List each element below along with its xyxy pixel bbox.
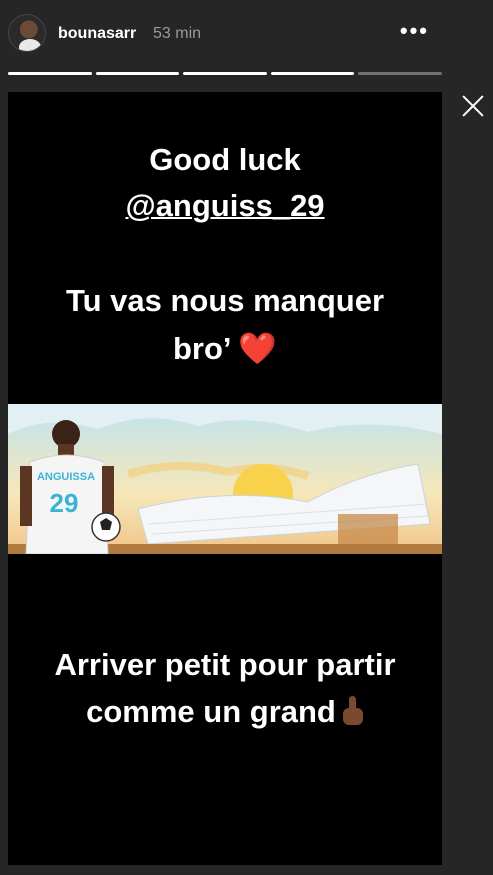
story-text-line: comme un grand [8, 694, 442, 730]
story-text-line: Tu vas nous manquer [65, 283, 385, 318]
story-content[interactable]: Good luck @anguiss_29 Tu vas nous manque… [8, 92, 442, 865]
more-options-icon[interactable]: ••• [400, 20, 429, 42]
user-mention-link[interactable]: @anguiss_29 [125, 188, 324, 223]
story-progress-bar [8, 72, 442, 75]
story-text-line: Arriver petit pour partir [54, 647, 396, 682]
progress-segment [8, 72, 92, 75]
story-text-line: Good luck [149, 142, 301, 177]
progress-segment [95, 72, 180, 75]
jersey-name: ANGUISSA [37, 471, 95, 483]
pointing-up-hand-icon [342, 696, 364, 726]
progress-segment [358, 72, 442, 75]
story-header: bounasarr 53 min ••• [0, 0, 493, 70]
story-text-fragment: bro’ [172, 331, 239, 366]
story-text-fragment: comme un grand [86, 694, 336, 729]
progress-segment [270, 72, 355, 75]
heart-icon: ❤️ [238, 331, 278, 366]
jersey-number: 29 [50, 488, 79, 518]
story-mention-line: @anguiss_29 [8, 188, 442, 224]
illustration-banner: ANGUISSA 29 [8, 404, 442, 554]
username[interactable]: bounasarr [58, 25, 136, 43]
post-time: 53 min [153, 25, 202, 42]
close-icon[interactable] [461, 94, 485, 118]
progress-segment [183, 72, 267, 75]
stadium-illustration: ANGUISSA 29 [8, 404, 442, 554]
avatar[interactable] [8, 14, 46, 52]
story-text-line: bro’ ❤️ [8, 330, 442, 367]
